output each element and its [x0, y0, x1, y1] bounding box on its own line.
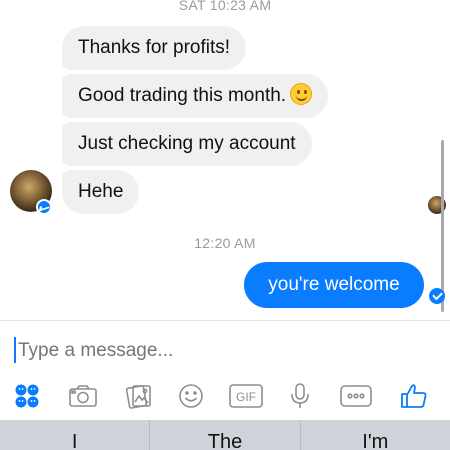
emoji-apps-icon[interactable] [12, 376, 42, 416]
message-bubble-incoming[interactable]: Good trading this month. [62, 74, 329, 118]
sent-check-icon [429, 288, 445, 304]
timestamp-top: SAT 10:23 AM [178, 0, 272, 13]
microphone-icon[interactable] [286, 376, 314, 416]
message-bubble-incoming[interactable]: Hehe [62, 170, 140, 214]
timestamp-mid: 12:20 AM [194, 235, 256, 251]
message-bubble-incoming[interactable]: Just checking my account [62, 122, 312, 166]
like-icon[interactable] [398, 376, 430, 416]
suggestion-item[interactable]: I'm [299, 420, 450, 450]
message-input[interactable] [14, 336, 434, 366]
scrollbar[interactable] [441, 140, 444, 312]
camera-icon[interactable] [66, 376, 100, 416]
message-bubble-incoming[interactable]: Thanks for profits! [62, 26, 247, 70]
keyboard-suggestions: I The I'm [0, 420, 450, 450]
composer-divider [0, 320, 450, 321]
suggestion-item[interactable]: The [149, 420, 299, 450]
more-icon[interactable] [338, 376, 374, 416]
smile-emoji-icon [290, 83, 313, 105]
suggestion-item[interactable]: I [0, 420, 149, 450]
gallery-icon[interactable] [122, 376, 156, 416]
gif-label: GIF [236, 390, 256, 404]
messenger-badge-icon [36, 199, 52, 215]
smiley-icon[interactable] [176, 376, 206, 416]
message-text: Good trading this month. [78, 85, 287, 106]
message-bubble-outgoing[interactable]: you're welcome [244, 262, 424, 308]
gif-icon[interactable]: GIF [226, 376, 266, 416]
composer-toolbar: GIF [0, 376, 450, 416]
